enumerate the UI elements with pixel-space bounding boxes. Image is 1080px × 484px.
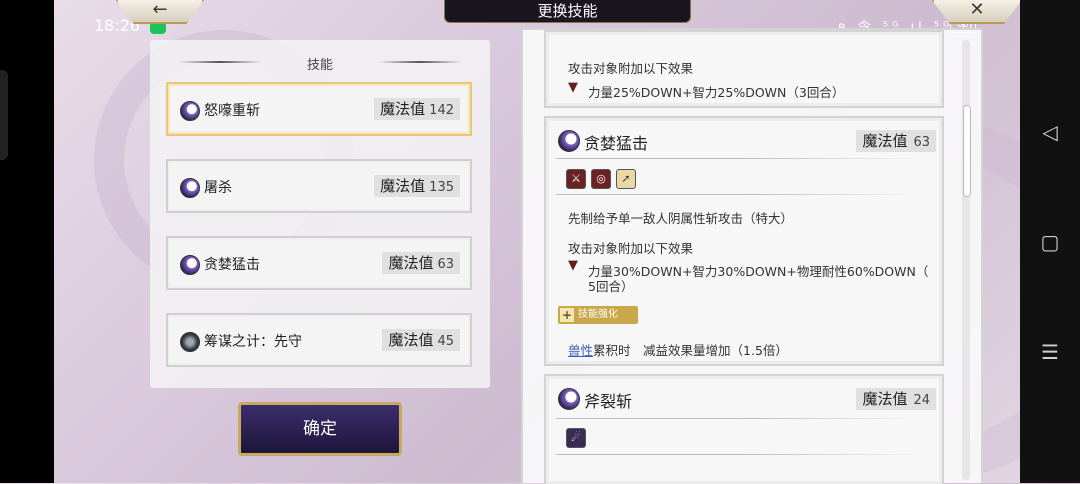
confirm-button[interactable]: 确定 [238, 402, 402, 456]
skill-card-detail: 贪婪猛击 魔法值 63 ⚔ ◎ ➚ 先制给予单一敌人阴属性斩攻击（特大） 攻击对象… [544, 116, 944, 366]
mp-badge: 魔法值 135 [374, 175, 460, 197]
title-bar: 更换技能 [444, 0, 691, 23]
moon-skill-icon [558, 388, 580, 410]
effect-text: 力量25%DOWN+智力25%DOWN（3回合） [588, 85, 845, 100]
skill-name: 怒嚎重斩 [204, 103, 260, 119]
back-arrow-icon: ← [152, 0, 168, 20]
sword-tag-icon: ⚔ [566, 169, 586, 189]
skill-name: 筹谋之计：先守 [204, 334, 302, 350]
nav-back-icon[interactable]: ◁ [1038, 120, 1062, 144]
effect-heading: 攻击对象附加以下效果 [568, 61, 694, 76]
effect-heading: 攻击对象附加以下效果 [568, 241, 694, 256]
skill-card-prev: 攻击对象附加以下效果 ▼ 力量25%DOWN+智力25%DOWN（3回合） [544, 30, 944, 108]
skill-name: 贪婪猛击 [204, 257, 260, 273]
mp-badge: 魔法值 142 [374, 98, 460, 120]
skill-row-3[interactable]: 贪婪猛击 魔法值 63 [166, 236, 472, 290]
mp-badge: 魔法值 63 [856, 130, 936, 152]
moon-skill-icon [558, 130, 580, 152]
skill-description: 先制给予单一敌人阴属性斩攻击（特大） [568, 211, 794, 226]
panel-heading: 技能 [306, 58, 333, 73]
divider [556, 418, 922, 419]
mp-badge: 魔法值 24 [856, 388, 936, 410]
skill-list-panel: 技能 怒嚎重斩 魔法值 142 屠杀 魔法值 135 贪婪猛击 魔法值 63 筹谋之计… [150, 40, 490, 388]
page-title: 更换技能 [537, 2, 598, 20]
divider [556, 454, 922, 455]
mp-badge: 魔法值 63 [382, 252, 460, 274]
nav-menu-icon[interactable]: ☰ [1038, 340, 1062, 364]
down-arrow-icon: ▼ [568, 80, 578, 95]
skill-title: 贪婪猛击 [584, 134, 649, 153]
skill-card-next: 斧裂斩 魔法值 24 ☄ [544, 374, 944, 484]
skill-title: 斧裂斩 [584, 392, 633, 411]
moon-skill-icon [180, 255, 200, 275]
mp-badge: 魔法值 45 [382, 329, 460, 351]
moon-skill-icon [180, 178, 200, 198]
skill-row-1[interactable]: 怒嚎重斩 魔法值 142 [166, 82, 472, 136]
effect-text-cont: 5回合） [588, 279, 634, 294]
close-icon: ✕ [969, 0, 985, 20]
star-skill-icon [180, 332, 200, 352]
divider [556, 194, 922, 195]
nav-home-icon[interactable]: ▢ [1038, 230, 1062, 254]
phone-left-edge [0, 0, 54, 483]
skill-row-2[interactable]: 屠杀 魔法值 135 [166, 159, 472, 213]
divider [556, 158, 922, 159]
skill-name: 屠杀 [204, 180, 232, 196]
camera-notch [0, 70, 8, 160]
beast-link[interactable]: 兽性 [568, 343, 593, 358]
wave-tag-icon: ☄ [566, 428, 586, 448]
effect-text: 力量30%DOWN+智力30%DOWN+物理耐性60%DOWN（ [588, 264, 929, 279]
moon-skill-icon [180, 101, 200, 121]
enhance-description: 兽性累积时 减益效果量增加（1.5倍） [568, 343, 788, 358]
down-arrow-icon: ▼ [568, 258, 578, 273]
heading-ornament-right [378, 61, 462, 63]
system-nav-bar: ◁ ▢ ☰ [1020, 0, 1080, 483]
skill-row-4[interactable]: 筹谋之计：先守 魔法值 45 [166, 313, 472, 367]
scrollbar-thumb[interactable] [963, 105, 971, 197]
skill-enhance-badge: + 技能强化 [558, 306, 638, 324]
plus-icon: + [560, 308, 574, 322]
target-tag-icon: ◎ [591, 169, 611, 189]
strike-tag-icon: ➚ [616, 169, 636, 189]
confirm-label: 确定 [303, 419, 337, 439]
